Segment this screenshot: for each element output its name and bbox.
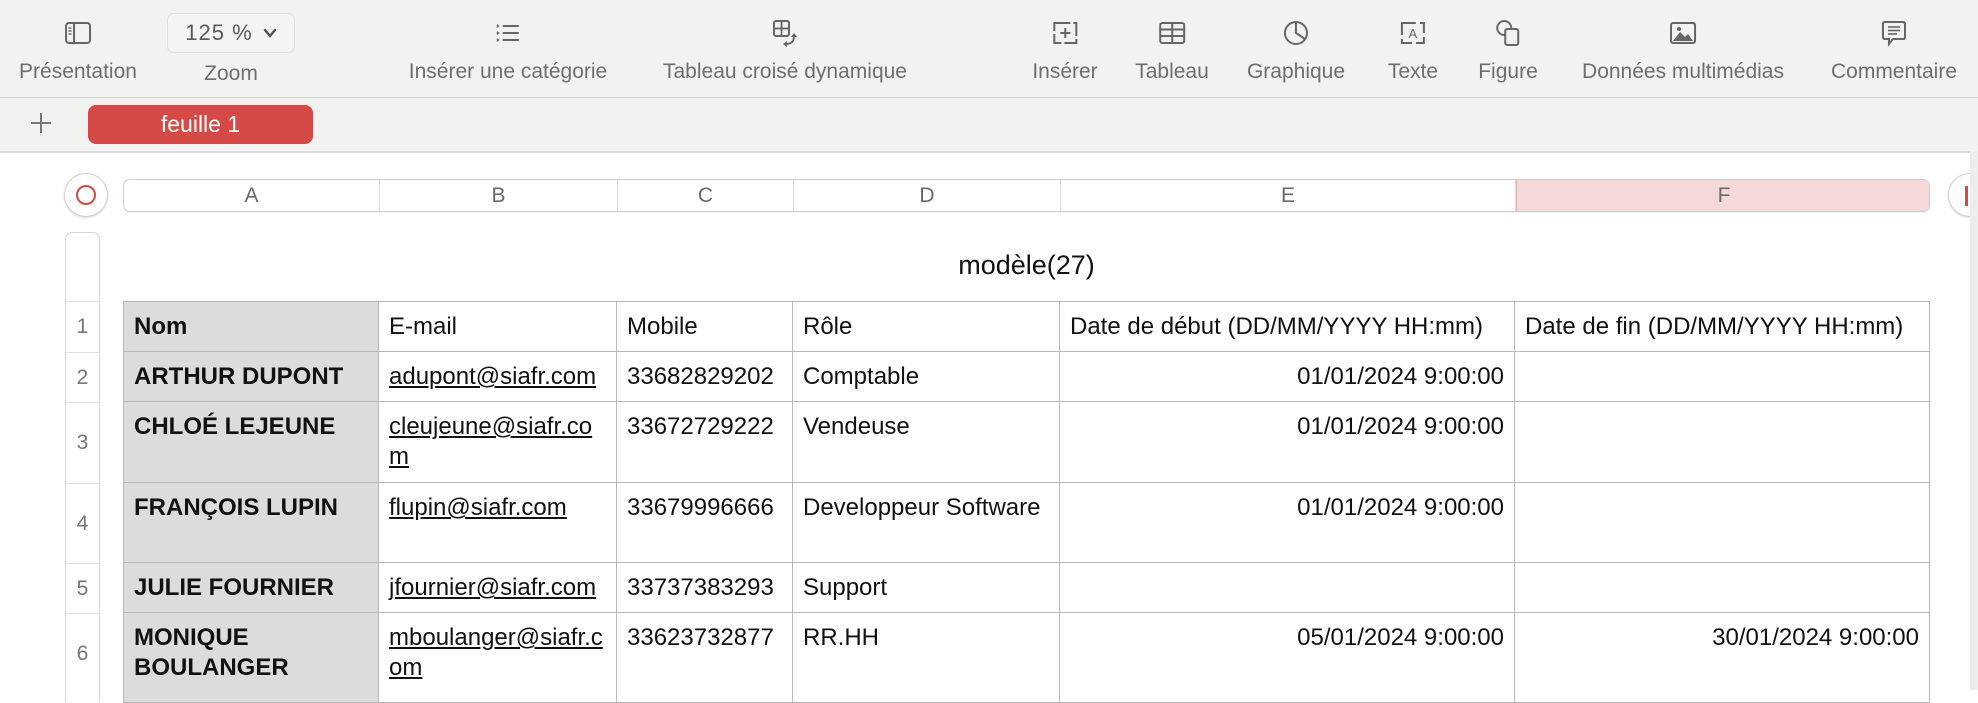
column-headers: A B C D E F <box>123 179 1930 212</box>
header-cell-role[interactable]: Rôle <box>793 301 1060 352</box>
chart-label: Graphique <box>1246 60 1346 83</box>
column-handle-icon <box>1965 186 1968 206</box>
table-label: Tableau <box>1135 60 1209 83</box>
cell-role[interactable]: Comptable <box>793 352 1060 402</box>
comment-label: Commentaire <box>1830 60 1958 83</box>
cell-name[interactable]: CHLOÉ LEJEUNE <box>123 402 379 483</box>
circle-icon <box>76 185 96 205</box>
insert-category-button[interactable]: Insérer une catégorie <box>409 0 607 97</box>
zoom-label: Zoom <box>204 62 258 85</box>
cell-end-date[interactable] <box>1515 352 1930 402</box>
row-headers: 1 2 3 4 5 6 <box>65 232 100 702</box>
cell-end-date[interactable] <box>1515 563 1930 613</box>
cell-mobile[interactable]: 33672729222 <box>617 402 793 483</box>
media-label: Données multimédias <box>1582 60 1784 83</box>
row-header-3[interactable]: 3 <box>66 402 99 483</box>
pivot-table-button[interactable]: Tableau croisé dynamique <box>663 0 907 97</box>
row-header-1[interactable]: 1 <box>66 301 99 352</box>
pivot-table-icon <box>768 16 802 50</box>
sidebar-icon <box>61 16 95 50</box>
zoom-dropdown[interactable]: 125 % <box>167 13 295 53</box>
cell-name[interactable]: FRANÇOIS LUPIN <box>123 483 379 563</box>
vertical-scrollbar[interactable] <box>1970 151 1978 690</box>
column-header-e[interactable]: E <box>1061 180 1516 211</box>
email-link[interactable]: mboulanger@siafr.com <box>389 624 603 681</box>
cell-end-date[interactable] <box>1515 483 1930 563</box>
header-cell-email[interactable]: E-mail <box>379 301 617 352</box>
row-header-5[interactable]: 5 <box>66 563 99 613</box>
media-button[interactable]: Données multimédias <box>1582 0 1784 97</box>
shape-icon <box>1491 16 1525 50</box>
row-header-6[interactable]: 6 <box>66 613 99 693</box>
table-icon <box>1155 16 1189 50</box>
table-title[interactable]: modèle(27) <box>123 250 1930 281</box>
zoom-value: 125 % <box>185 20 253 45</box>
comment-icon <box>1877 16 1911 50</box>
cell-start-date[interactable]: 01/01/2024 9:00:00 <box>1060 352 1515 402</box>
cell-email[interactable]: cleujeune@siafr.com <box>379 402 617 483</box>
chart-button[interactable]: Graphique <box>1247 0 1345 97</box>
cell-end-date[interactable] <box>1515 402 1930 483</box>
sheet-tab-bar: feuille 1 <box>0 98 1978 153</box>
text-label: Texte <box>1387 60 1439 83</box>
add-sheet-button[interactable] <box>29 111 53 135</box>
email-link[interactable]: adupont@siafr.com <box>389 363 596 390</box>
insert-category-label: Insérer une catégorie <box>408 60 608 83</box>
column-header-d[interactable]: D <box>794 180 1061 211</box>
toolbar: Présentation 125 % Zoom Insérer une caté… <box>0 0 1978 98</box>
email-link[interactable]: jfournier@siafr.com <box>389 574 596 601</box>
cell-name[interactable]: ARTHUR DUPONT <box>123 352 379 402</box>
shape-button[interactable]: Figure <box>1478 0 1538 97</box>
select-all-table-button[interactable] <box>64 173 108 217</box>
cell-role[interactable]: Vendeuse <box>793 402 1060 483</box>
shape-label: Figure <box>1478 60 1538 83</box>
cell-role[interactable]: Developpeur Software <box>793 483 1060 563</box>
cell-name[interactable]: JULIE FOURNIER <box>123 563 379 613</box>
cell-mobile[interactable]: 33679996666 <box>617 483 793 563</box>
cell-email[interactable]: flupin@siafr.com <box>379 483 617 563</box>
insert-label: Insérer <box>1032 60 1098 83</box>
insert-box-icon <box>1048 16 1082 50</box>
cell-start-date[interactable]: 01/01/2024 9:00:00 <box>1060 402 1515 483</box>
svg-text:A: A <box>1409 26 1418 41</box>
plus-icon <box>31 113 51 133</box>
row-header-2[interactable]: 2 <box>66 352 99 402</box>
image-icon <box>1666 16 1700 50</box>
table-button[interactable]: Tableau <box>1135 0 1209 97</box>
cell-mobile[interactable]: 33682829202 <box>617 352 793 402</box>
header-cell-name[interactable]: Nom <box>123 301 379 352</box>
chevron-down-icon <box>263 28 276 38</box>
presentation-label: Présentation <box>19 60 137 83</box>
column-header-b[interactable]: B <box>380 180 618 211</box>
email-link[interactable]: cleujeune@siafr.com <box>389 413 592 470</box>
column-header-a[interactable]: A <box>124 180 380 211</box>
row-header-4[interactable]: 4 <box>66 483 99 563</box>
email-link[interactable]: flupin@siafr.com <box>389 494 567 521</box>
sheet-tab-feuille-1[interactable]: feuille 1 <box>88 105 313 144</box>
cell-start-date[interactable]: 01/01/2024 9:00:00 <box>1060 483 1515 563</box>
cell-role[interactable]: Support <box>793 563 1060 613</box>
insert-button[interactable]: Insérer <box>1032 0 1098 97</box>
header-cell-end-date[interactable]: Date de fin (DD/MM/YYYY HH:mm) <box>1515 301 1930 352</box>
text-box-icon: A <box>1396 16 1430 50</box>
cell-start-date[interactable] <box>1060 563 1515 613</box>
list-icon <box>491 16 525 50</box>
header-cell-mobile[interactable]: Mobile <box>617 301 793 352</box>
text-button[interactable]: A Texte <box>1388 0 1438 97</box>
cell-email[interactable]: adupont@siafr.com <box>379 352 617 402</box>
pie-chart-icon <box>1279 16 1313 50</box>
column-header-c[interactable]: C <box>618 180 794 211</box>
comment-button[interactable]: Commentaire <box>1831 0 1957 97</box>
column-header-f[interactable]: F <box>1516 180 1929 211</box>
pivot-table-label: Tableau croisé dynamique <box>663 60 907 83</box>
presentation-button[interactable]: Présentation <box>19 0 137 97</box>
cell-email[interactable]: jfournier@siafr.com <box>379 563 617 613</box>
header-cell-start-date[interactable]: Date de début (DD/MM/YYYY HH:mm) <box>1060 301 1515 352</box>
cell-mobile[interactable]: 33737383293 <box>617 563 793 613</box>
